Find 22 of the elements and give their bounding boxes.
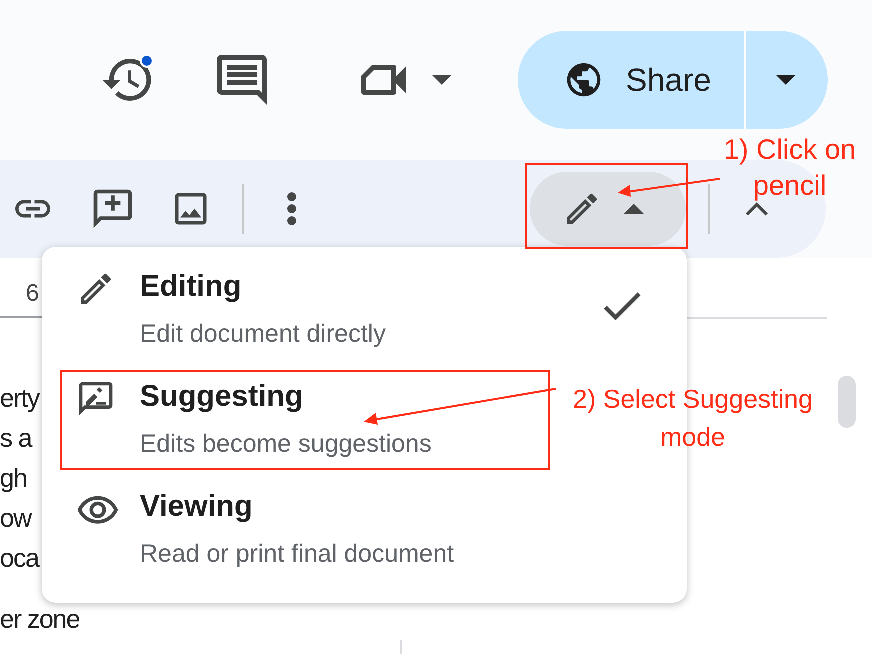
document-text: gh xyxy=(0,462,27,495)
menu-item-description: Edits become suggestions xyxy=(140,429,432,459)
menu-item-title[interactable]: Suggesting xyxy=(140,377,304,417)
annotation-text: 2) Select Suggesting mode xyxy=(572,383,814,454)
document-text: ow xyxy=(0,502,32,535)
document-text: er zone xyxy=(0,604,80,634)
menu-item-description: Edit document directly xyxy=(140,319,386,349)
annotation-text: 1) Click on pencil xyxy=(722,133,858,203)
document-text: erty xyxy=(0,382,40,415)
caret-icon xyxy=(776,74,796,86)
ruler-number: 6 xyxy=(26,279,40,309)
mode-button[interactable] xyxy=(530,172,686,246)
menu-item-title[interactable]: Viewing xyxy=(140,487,253,527)
caret-icon xyxy=(624,203,644,215)
share-button[interactable]: Share xyxy=(518,31,828,129)
more-icon[interactable] xyxy=(286,191,298,227)
document-text: oca xyxy=(0,542,39,575)
document-text: s a xyxy=(0,422,32,455)
menu-item-description: Read or print final document xyxy=(140,539,454,569)
scrollbar-thumb[interactable] xyxy=(838,376,856,428)
caret-icon xyxy=(432,74,452,86)
menu-item-title[interactable]: Editing xyxy=(140,267,242,307)
